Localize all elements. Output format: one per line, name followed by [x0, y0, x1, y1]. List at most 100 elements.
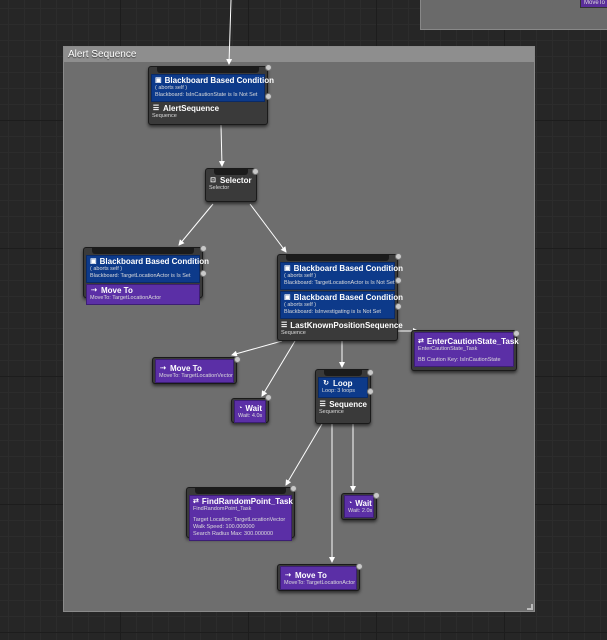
task-class: EnterCautionState_Task	[418, 346, 478, 352]
task-pin[interactable]	[356, 563, 363, 570]
move-to-task[interactable]: ⇢ Move To MoveTo: TargetLocationVector	[155, 359, 234, 383]
enter-caution-task[interactable]: ⇄ EnterCautionState_Task EnterCautionStat…	[414, 332, 519, 367]
left-branch-node[interactable]: ▣ Blackboard Based Condition ( aborts sel…	[83, 245, 209, 305]
loop-pin[interactable]	[367, 369, 374, 376]
selector-node[interactable]: ⊡ Selector Selector	[205, 168, 259, 202]
blueprint-task-icon: ⇄	[418, 338, 424, 345]
node-input-bar[interactable]	[195, 488, 286, 494]
composite-body[interactable]: ☰ LastKnownPositionSequence Sequence	[278, 320, 403, 339]
task-pin[interactable]	[513, 330, 520, 337]
decorator-pin[interactable]	[200, 270, 207, 277]
blackboard-decorator[interactable]: ▣ Blackboard Based Condition ( aborts sel…	[151, 74, 274, 102]
enter-caution-state-node[interactable]: ⇄ EnterCautionState_Task EnterCautionStat…	[411, 330, 520, 371]
task-search-radius: Search Radius Max: 300.000000	[193, 531, 274, 537]
task-sub: Wait: 4.0s	[238, 413, 263, 419]
task-pin[interactable]	[265, 394, 272, 401]
wait-task[interactable]: ◔ Wait Wait: 2.0s	[344, 495, 374, 518]
decorator-aborts: ( aborts self )	[284, 302, 317, 308]
composite-title: Sequence	[329, 400, 367, 409]
node-input-bar[interactable]	[157, 67, 259, 73]
move-to-icon: ⇢	[285, 572, 291, 579]
decorator-pin[interactable]	[395, 277, 402, 284]
move-to-task[interactable]: ⇢ Move To MoveTo: TargetLocationActor	[86, 284, 200, 305]
composite-type: Sequence	[152, 113, 177, 119]
composite-body[interactable]: ⊡ Selector Selector	[206, 175, 256, 194]
blackboard-decorator[interactable]: ▣ Blackboard Based Condition ( aborts sel…	[86, 255, 209, 283]
find-random-point-node[interactable]: ⇄ FindRandomPoint_Task FindRandomPoint_Ta…	[186, 485, 297, 541]
decorator-aborts: ( aborts self )	[284, 273, 317, 279]
loop-count: Loop: 3 loops	[322, 388, 356, 394]
task-title: Wait	[245, 404, 262, 413]
decorator-condition: Blackboard: TargetLocationActor is Is Se…	[90, 273, 191, 279]
move-to-vector-node[interactable]: ⇢ Move To MoveTo: TargetLocationVector	[152, 356, 241, 384]
blackboard-icon: ▣	[284, 294, 291, 301]
loop-title: Loop	[333, 379, 353, 388]
node-input-bar[interactable]	[92, 248, 194, 254]
decorator-condition: Blackboard: IsInvestigating is Is Not Se…	[284, 309, 381, 315]
wire-selector-right	[249, 203, 287, 253]
task-pin[interactable]	[290, 485, 297, 492]
composite-pin[interactable]	[367, 388, 374, 395]
task-blackboard-key: BB Caution Key: IsInCautionState	[418, 357, 501, 363]
task-sub: MoveTo: TargetLocationVector	[159, 373, 233, 379]
composite-body[interactable]: ☰ AlertSequence Sequence	[149, 103, 267, 122]
sequence-icon: ☰	[281, 322, 288, 329]
last-known-position-node[interactable]: ▣ Blackboard Based Condition ( aborts sel…	[277, 253, 403, 341]
find-random-point-task[interactable]: ⇄ FindRandomPoint_Task FindRandomPoint_Ta…	[189, 495, 293, 541]
task-title: Wait	[355, 499, 372, 508]
loop-icon: ↻	[323, 380, 329, 387]
loop-sequence-node[interactable]: ↻ Loop Loop: 3 loops ☰ Sequence Sequence	[315, 369, 374, 424]
blackboard-decorator-2[interactable]: ▣ Blackboard Based Condition ( aborts sel…	[280, 291, 403, 319]
decorator-condition: Blackboard: IsInCautionState is Is Not S…	[155, 92, 258, 98]
selector-type: Selector	[209, 185, 230, 191]
alert-sequence-node[interactable]: ▣ Blackboard Based Condition ( aborts sel…	[148, 64, 274, 125]
task-title: Move To	[101, 286, 133, 295]
decorator-aborts: ( aborts self )	[90, 266, 123, 272]
sequence-icon: ☰	[319, 401, 326, 408]
composite-body[interactable]: ☰ Sequence Sequence	[316, 399, 370, 418]
selector-title: Selector	[220, 176, 252, 185]
wait-icon: ◔	[348, 500, 353, 507]
move-to-task[interactable]: ⇢ Move To MoveTo: TargetLocationActor	[280, 566, 357, 590]
move-to-icon: ⇢	[160, 365, 166, 372]
selector-pin[interactable]	[252, 168, 259, 175]
move-to-icon: ⇢	[91, 287, 97, 294]
task-sub: MoveTo: TargetLocationActor	[90, 295, 162, 301]
wait-task[interactable]: ◔ Wait Wait: 4.0s	[234, 400, 266, 423]
decorator-title: Blackboard Based Condition	[293, 264, 403, 273]
composite-type: Sequence	[281, 330, 306, 336]
composite-pin[interactable]	[265, 93, 272, 100]
node-input-bar[interactable]	[286, 255, 389, 261]
wait-2-node[interactable]: ◔ Wait Wait: 2.0s	[341, 492, 380, 520]
decorator-pin[interactable]	[200, 245, 207, 252]
wire-selector-left	[178, 203, 214, 246]
composite-type: Sequence	[319, 409, 344, 415]
decorator-pin[interactable]	[395, 253, 402, 260]
task-title: Move To	[170, 364, 202, 373]
task-title: EnterCautionState_Task	[426, 337, 519, 346]
move-to-actor-node[interactable]: ⇢ Move To MoveTo: TargetLocationActor	[277, 563, 363, 591]
task-sub: MoveTo: TargetLocationActor	[284, 580, 356, 586]
composite-title: LastKnownPositionSequence	[290, 321, 403, 330]
composite-pin[interactable]	[395, 303, 402, 310]
task-target-location: Target Location: TargetLocationVector	[193, 517, 286, 523]
decorator-condition: Blackboard: TargetLocationActor is Is No…	[284, 280, 395, 286]
task-sub: Wait: 2.0s	[348, 508, 373, 514]
task-pin[interactable]	[234, 356, 241, 363]
task-class: FindRandomPoint_Task	[193, 506, 252, 512]
wire-loop-find	[285, 423, 323, 486]
selector-icon: ⊡	[210, 177, 216, 184]
decorator-title: Blackboard Based Condition	[164, 76, 274, 85]
decorator-title: Blackboard Based Condition	[293, 293, 403, 302]
sequence-icon: ☰	[152, 105, 160, 112]
loop-decorator[interactable]: ↻ Loop Loop: 3 loops	[318, 377, 368, 398]
wait-4-node[interactable]: ◔ Wait Wait: 4.0s	[231, 394, 272, 423]
decorator-pin[interactable]	[265, 64, 272, 71]
blackboard-decorator-1[interactable]: ▣ Blackboard Based Condition ( aborts sel…	[280, 262, 403, 290]
task-walk-speed: Walk Speed: 100.000000	[193, 524, 255, 530]
composite-title: AlertSequence	[163, 104, 220, 113]
blackboard-icon: ▣	[284, 265, 291, 272]
wire-right-moveto	[231, 340, 283, 357]
node-input-bar[interactable]	[324, 370, 362, 376]
task-pin[interactable]	[373, 492, 380, 499]
